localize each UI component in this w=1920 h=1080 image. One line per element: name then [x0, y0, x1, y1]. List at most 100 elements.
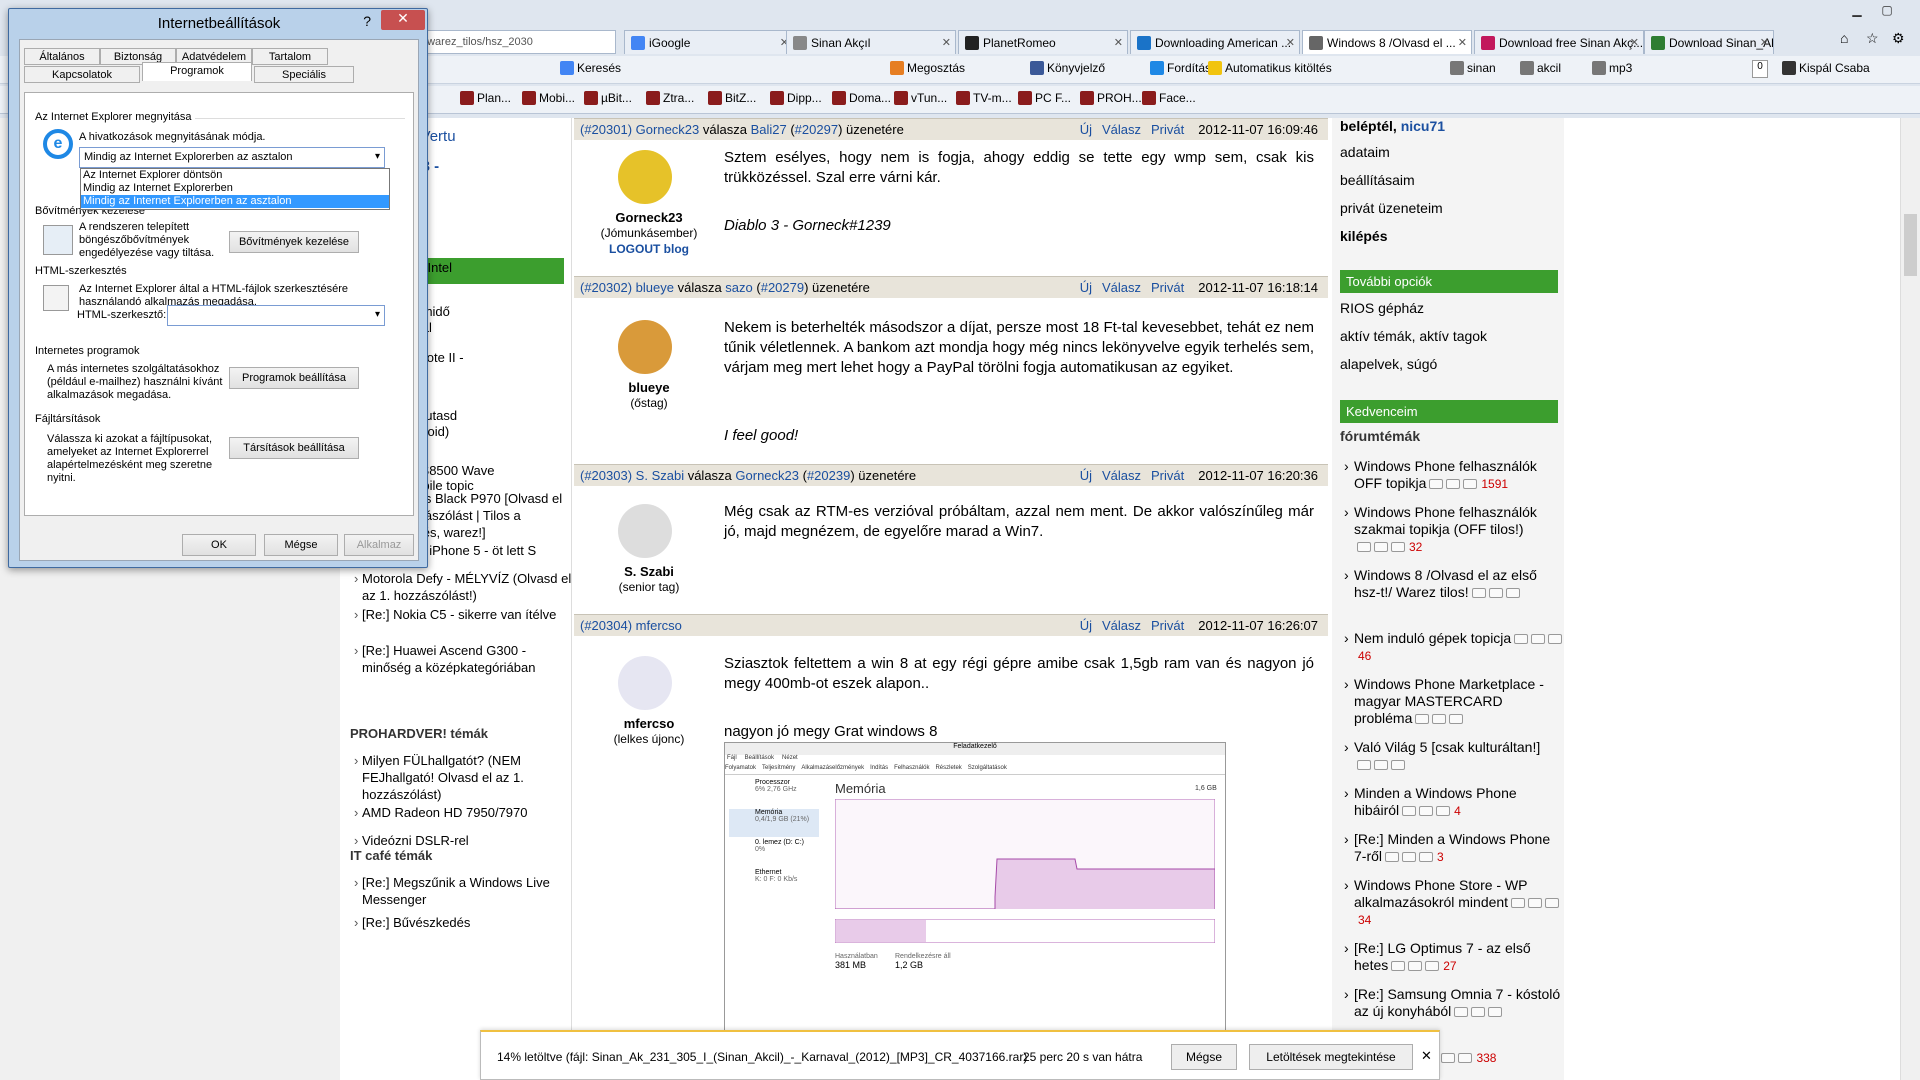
topic-icon[interactable]	[1408, 961, 1423, 971]
left-topic-link[interactable]: [Re:] Megszűnik a Windows Live Messenger	[354, 874, 572, 908]
manage-addons-button[interactable]: Bővítmények kezelése	[229, 231, 359, 253]
browser-tab[interactable]: Download Sinan_Ak_231_...✕	[1644, 30, 1774, 54]
favorite-link[interactable]: BitZ...	[708, 91, 756, 105]
set-programs-button[interactable]: Programok beállítása	[229, 367, 359, 389]
browser-tab[interactable]: Download free Sinan Akç... ✕	[1474, 30, 1644, 54]
scrollbar-thumb[interactable]	[1904, 214, 1917, 276]
topic-icon[interactable]	[1374, 760, 1388, 770]
favorite-topic[interactable]: Windows Phone Marketplace - magyar MASTE…	[1344, 676, 1564, 727]
post-reply-link[interactable]: Válasz	[1102, 618, 1141, 633]
left-topic-link[interactable]: AMD Radeon HD 7950/7970	[354, 804, 572, 821]
topic-icon[interactable]	[1449, 714, 1464, 724]
post-reply-link[interactable]: Válasz	[1102, 280, 1141, 295]
favorite-topic[interactable]: [Re:] Samsung Omnia 7 - kóstoló az új ko…	[1344, 986, 1564, 1020]
post-author-link[interactable]: Gorneck23	[636, 122, 700, 137]
post-new-link[interactable]: Új	[1080, 468, 1092, 483]
account-link[interactable]: privát üzeneteim	[1340, 200, 1443, 216]
favorite-link[interactable]: PROH...	[1080, 91, 1142, 105]
topic-icon[interactable]	[1436, 806, 1451, 816]
post-ref-link[interactable]: #20239	[807, 468, 850, 483]
dialog-tab[interactable]: Programok	[142, 62, 252, 81]
topic-icon[interactable]	[1446, 479, 1461, 489]
account-link[interactable]: kilépés	[1340, 228, 1387, 244]
minimize-button[interactable]: ▁	[1842, 0, 1872, 20]
topic-icon[interactable]	[1514, 634, 1529, 644]
user-blog-link[interactable]: LOGOUT blog	[574, 242, 724, 256]
browser-tab[interactable]: PlanetRomeo ✕	[958, 30, 1128, 54]
browser-tab[interactable]: Windows 8 /Olvasd el ... ✕	[1302, 30, 1472, 54]
toolbar-item[interactable]: akcil	[1520, 61, 1561, 75]
favorite-topic[interactable]: Való Világ 5 [csak kulturáltan!]	[1344, 739, 1564, 773]
link-open-mode-dropdown[interactable]: Az Internet Explorer döntsön Mindig az In…	[80, 168, 390, 210]
topic-icon[interactable]	[1391, 542, 1405, 552]
topic-icon[interactable]	[1471, 588, 1486, 598]
option-link[interactable]: alapelvek, súgó	[1340, 356, 1437, 372]
topic-icon[interactable]	[1528, 898, 1543, 908]
set-associations-button[interactable]: Társítások beállítása	[229, 437, 359, 459]
left-topic-link[interactable]: [Re:] Huawei Ascend G300 - minőség a köz…	[354, 642, 572, 676]
toolbar-item[interactable]: Könyvjelző	[1030, 61, 1105, 75]
toolbar-item[interactable]: Keresés	[560, 61, 621, 75]
dialog-close-button[interactable]: ✕	[381, 10, 425, 30]
download-cancel-button[interactable]: Mégse	[1171, 1044, 1237, 1070]
post-author-link[interactable]: blueye	[636, 280, 674, 295]
favorite-topic[interactable]: Nem induló gépek topicja 46	[1344, 630, 1564, 665]
favorite-link[interactable]: Mobi...	[522, 91, 575, 105]
favorite-topic[interactable]: Windows Phone felhasználók OFF topikja15…	[1344, 458, 1564, 493]
favorite-link[interactable]: Face...	[1142, 91, 1196, 105]
post-number-link[interactable]: (#20301)	[580, 122, 632, 137]
toolbar-item[interactable]: Automatikus kitöltés	[1208, 61, 1332, 75]
toolbar-item[interactable]: Megosztás	[890, 61, 965, 75]
link-open-mode-select[interactable]: Mindig az Internet Explorerben az asztal…	[79, 147, 385, 168]
dropdown-option[interactable]: Az Internet Explorer döntsön	[81, 169, 389, 182]
ok-button[interactable]: OK	[182, 534, 256, 556]
topic-icon[interactable]	[1357, 760, 1371, 770]
topic-icon[interactable]	[1531, 634, 1546, 644]
page-scrollbar[interactable]	[1900, 118, 1920, 1080]
dialog-tab[interactable]: Kapcsolatok	[24, 66, 140, 83]
user-avatar[interactable]	[618, 320, 672, 374]
toolbar-item[interactable]: Fordítás	[1150, 61, 1211, 75]
topic-icon[interactable]	[1419, 852, 1434, 862]
profile-menu[interactable]: Kispál Csaba	[1782, 61, 1870, 75]
favorite-link[interactable]: Doma...	[832, 91, 891, 105]
post-number-link[interactable]: (#20304)	[580, 618, 632, 633]
post-author-link[interactable]: S. Szabi	[636, 468, 684, 483]
post-ref-link[interactable]: #20297	[795, 122, 838, 137]
option-link[interactable]: RIOS gépház	[1340, 300, 1424, 316]
dropdown-option[interactable]: Mindig az Internet Explorerben	[81, 182, 389, 195]
post-private-link[interactable]: Privát	[1151, 122, 1184, 137]
topic-icon[interactable]	[1391, 961, 1406, 971]
view-downloads-button[interactable]: Letöltések megtekintése	[1249, 1044, 1413, 1070]
topic-icon[interactable]	[1471, 1007, 1486, 1017]
post-private-link[interactable]: Privát	[1151, 468, 1184, 483]
left-topic-link[interactable]: [Re:] Nokia C5 - sikerre van ítélve	[354, 606, 572, 623]
toolbar-item[interactable]: mp3	[1592, 61, 1632, 75]
post-reply-to-link[interactable]: Gorneck23	[735, 468, 799, 483]
favorite-link[interactable]: µBit...	[584, 91, 632, 105]
user-name[interactable]: blueye	[574, 380, 724, 395]
post-author-link[interactable]: mfercso	[636, 618, 682, 633]
left-topic-link[interactable]: [Re:] Bűvészkedés	[354, 914, 572, 931]
tab-close-icon[interactable]: ✕	[1760, 36, 1769, 49]
left-topic-link[interactable]: Videózni DSLR-rel	[354, 832, 572, 849]
download-close-icon[interactable]: ✕	[1421, 1048, 1432, 1064]
topic-icon[interactable]	[1454, 1007, 1469, 1017]
user-avatar[interactable]	[618, 150, 672, 204]
apply-button[interactable]: Alkalmaz	[344, 534, 414, 556]
post-number-link[interactable]: (#20302)	[580, 280, 632, 295]
user-name[interactable]: Gorneck23	[574, 210, 724, 225]
dialog-tab[interactable]: Tartalom	[252, 48, 328, 65]
post-reply-to-link[interactable]: Bali27	[751, 122, 787, 137]
dialog-tab[interactable]: Speciális	[254, 66, 354, 83]
tab-close-icon[interactable]: ✕	[1286, 36, 1295, 49]
account-link[interactable]: beállításaim	[1340, 172, 1415, 188]
favorite-topic[interactable]: Minden a Windows Phone hibáiról4	[1344, 785, 1564, 820]
left-topic-link[interactable]: Milyen FÜLhallgatót? (NEM FEJhallgató! O…	[354, 752, 572, 803]
favorite-link[interactable]: TV-m...	[956, 91, 1012, 105]
favorite-topic[interactable]: Windows 8 /Olvasd el az első hsz-t!/ War…	[1344, 567, 1564, 601]
left-topic-link[interactable]: Motorola Defy - MÉLYVÍZ (Olvasd el az 1.…	[354, 570, 572, 604]
favorite-link[interactable]: PC F...	[1018, 91, 1071, 105]
maximize-button[interactable]: ▢	[1872, 0, 1902, 20]
topic-icon[interactable]	[1548, 634, 1563, 644]
